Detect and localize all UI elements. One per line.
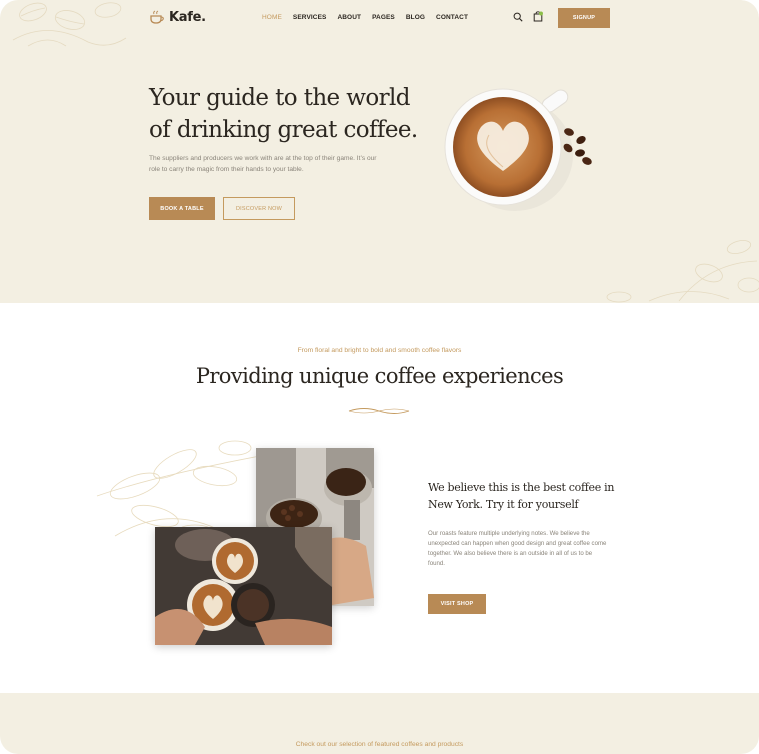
brand-logo[interactable]: Kafe. xyxy=(149,9,206,25)
coffee-bean-sketch-decoration xyxy=(606,240,759,303)
hero-section: Kafe. HOME SERVICES ABOUT PAGES BLOG CON… xyxy=(0,0,759,303)
nav-about[interactable]: ABOUT xyxy=(337,14,361,21)
nav-blog[interactable]: BLOG xyxy=(406,14,425,21)
hero-description: The suppliers and producers we work with… xyxy=(149,155,377,173)
feature-description: Our roasts feature multiple underlying n… xyxy=(428,530,607,567)
search-icon[interactable] xyxy=(513,12,523,22)
visit-shop-button[interactable]: VISIT SHOP xyxy=(428,594,486,614)
featured-eyebrow: Check out our selection of featured coff… xyxy=(295,741,464,748)
coffee-bean-sketch-decoration xyxy=(12,2,127,47)
nav-pages[interactable]: PAGES xyxy=(372,14,395,21)
latte-cup-image xyxy=(444,88,592,211)
logo-cup-icon xyxy=(150,10,164,24)
nav-home[interactable]: HOME xyxy=(262,14,282,21)
main-nav: HOME SERVICES ABOUT PAGES BLOG CONTACT xyxy=(262,14,468,21)
experience-title: Providing unique coffee experiences xyxy=(195,364,564,388)
discover-now-button[interactable]: DISCOVER NOW xyxy=(223,197,295,220)
hero-title-line1: Your guide to the world xyxy=(149,85,410,111)
page-frame: Kafe. HOME SERVICES ABOUT PAGES BLOG CON… xyxy=(0,0,759,754)
nav-contact[interactable]: CONTACT xyxy=(436,14,468,21)
feature-heading: We believe this is the best coffee in Ne… xyxy=(428,481,615,511)
nav-services[interactable]: SERVICES xyxy=(293,14,327,21)
ornament-divider xyxy=(348,408,410,414)
signup-button[interactable]: SIGNUP xyxy=(558,8,610,28)
hero-title-line2: of drinking great coffee. xyxy=(149,117,418,143)
logo-text: Kafe. xyxy=(169,9,206,25)
experience-eyebrow: From floral and bright to bold and smoot… xyxy=(297,347,462,354)
hero-title: Your guide to the world of drinking grea… xyxy=(149,82,449,146)
latte-cups-photo xyxy=(155,527,332,645)
cart-icon[interactable] xyxy=(533,11,543,22)
book-table-button[interactable]: BOOK A TABLE xyxy=(149,197,215,220)
